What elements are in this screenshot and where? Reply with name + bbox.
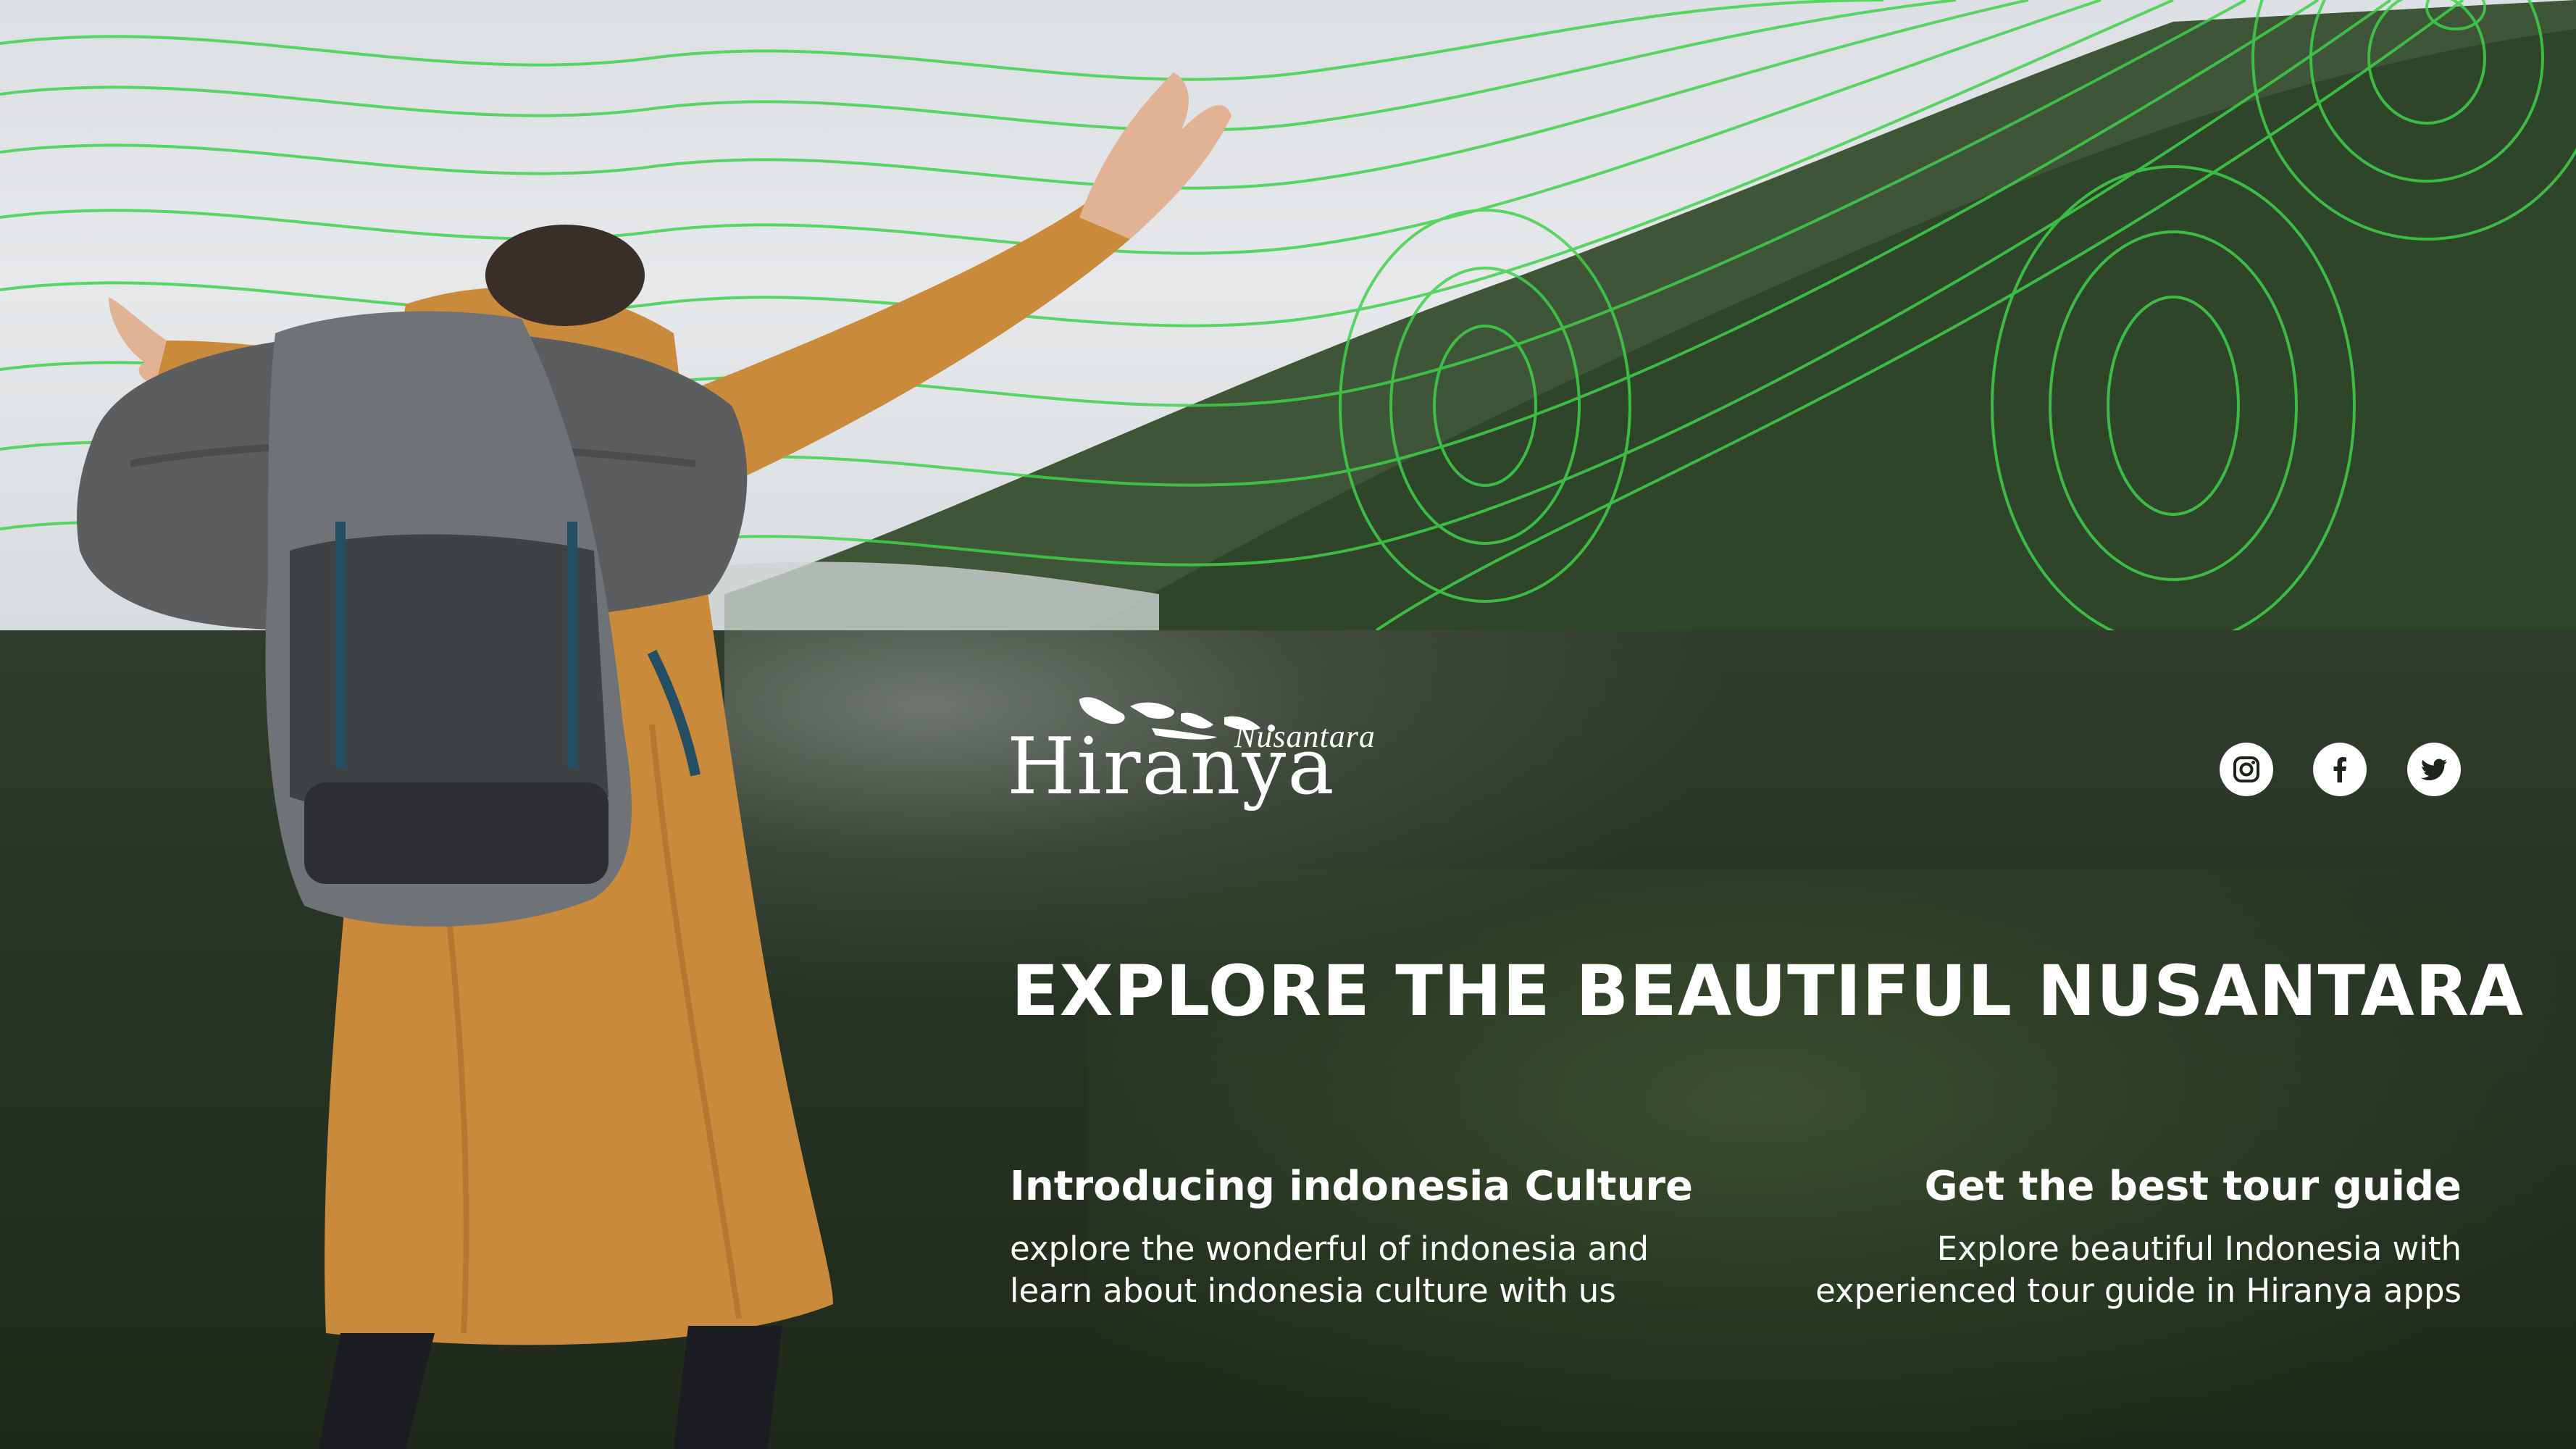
feature-guide-line: Explore beautiful Indonesia with bbox=[1936, 1229, 2462, 1268]
feature-culture-line: learn about indonesia culture with us bbox=[1010, 1271, 1616, 1310]
headline: EXPLORE THE BEAUTIFUL NUSANTARA bbox=[1011, 951, 2525, 1032]
hero-banner: Nusantara Hiranya EXPLORE THE BEAUTIFUL … bbox=[0, 0, 2576, 1449]
facebook-button[interactable] bbox=[2313, 743, 2367, 796]
facebook-icon bbox=[2333, 757, 2346, 782]
feature-culture-line: explore the wonderful of indonesia and bbox=[1010, 1229, 1649, 1268]
feature-guide-text: Explore beautiful Indonesia with experie… bbox=[1815, 1228, 2462, 1312]
feature-guide-line: experienced tour guide in Hiranya apps bbox=[1815, 1271, 2462, 1310]
instagram-button[interactable] bbox=[2220, 743, 2273, 796]
instagram-icon bbox=[2233, 756, 2259, 782]
twitter-icon bbox=[2421, 759, 2447, 780]
feature-culture-text: explore the wonderful of indonesia and l… bbox=[1010, 1228, 1649, 1312]
feature-culture-title: Introducing indonesia Culture bbox=[1010, 1163, 1694, 1210]
twitter-button[interactable] bbox=[2407, 743, 2461, 796]
feature-guide-title: Get the best tour guide bbox=[1924, 1163, 2462, 1210]
brand-logo: Nusantara Hiranya bbox=[1007, 685, 1398, 851]
brand-name: Hiranya bbox=[1007, 722, 1336, 812]
